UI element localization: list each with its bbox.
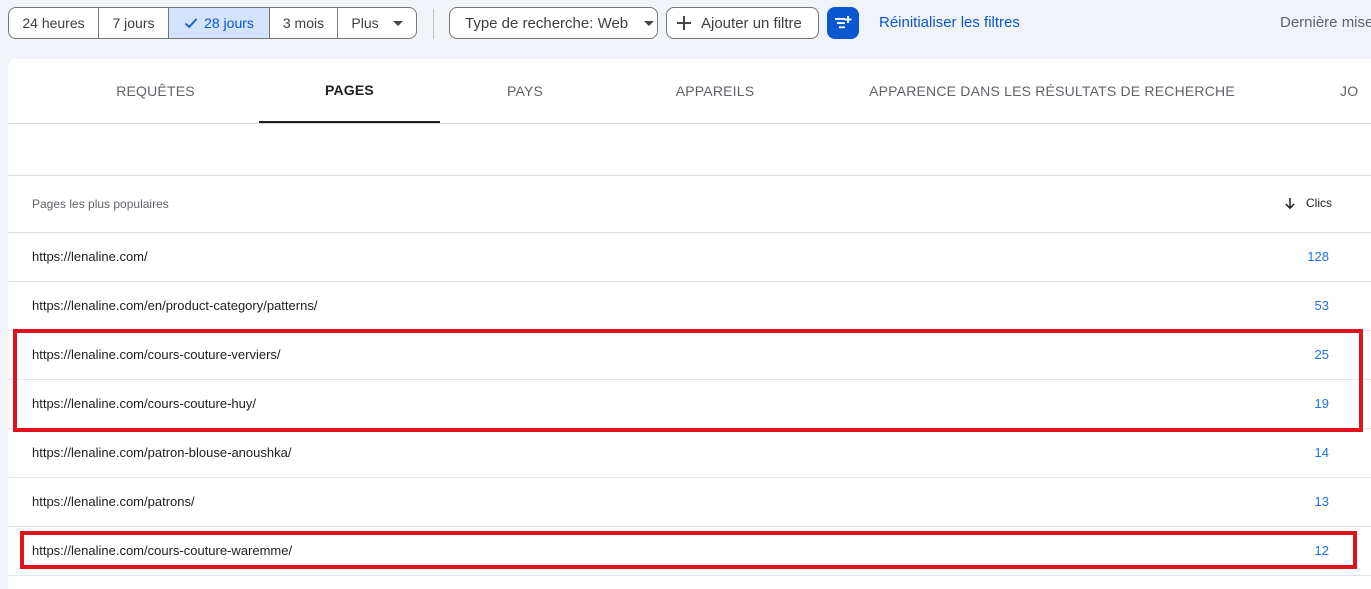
reset-filters-link[interactable]: Réinitialiser les filtres <box>879 14 1020 31</box>
date-range-3m[interactable]: 3 mois <box>270 8 338 38</box>
date-range-label: 3 mois <box>282 15 325 31</box>
tab-apparence-resultats[interactable]: APPARENCE DANS LES RÉSULTATS DE RECHERCH… <box>838 59 1266 123</box>
caret-down-icon <box>644 20 655 26</box>
date-range-28d[interactable]: 28 jours <box>169 8 270 38</box>
date-range-label: 28 jours <box>204 15 254 31</box>
tab-appareils[interactable]: APPAREILS <box>630 59 800 123</box>
date-range-label: Plus <box>351 15 379 31</box>
filter-settings-button[interactable] <box>827 7 859 39</box>
table-row[interactable]: https://lenaline.com/cours-couture-vervi… <box>8 331 1371 380</box>
table-row[interactable]: https://lenaline.com/en/product-category… <box>8 282 1371 331</box>
clics-value: 53 <box>1314 298 1329 313</box>
report-card: REQUÊTES PAGES PAYS APPAREILS APPARENCE … <box>8 59 1371 589</box>
tab-pages[interactable]: PAGES <box>259 59 440 123</box>
arrow-down-icon <box>1285 197 1295 209</box>
clics-value: 14 <box>1314 445 1329 460</box>
page-url: https://lenaline.com/cours-couture-vervi… <box>32 347 281 362</box>
add-filter-label: Ajouter un filtre <box>701 14 802 32</box>
add-filter-button[interactable]: Ajouter un filtre <box>666 7 819 39</box>
search-type-label: Type de recherche: Web <box>465 14 629 32</box>
tab-label: APPARENCE DANS LES RÉSULTATS DE RECHERCH… <box>869 83 1235 99</box>
search-type-dropdown[interactable]: Type de recherche: Web <box>449 7 658 39</box>
clics-value: 13 <box>1314 494 1329 509</box>
clics-value: 19 <box>1314 396 1329 411</box>
check-icon <box>184 18 198 29</box>
date-range-more-dropdown[interactable]: Plus <box>338 8 416 38</box>
page-url: https://lenaline.com/patron-blouse-anous… <box>32 445 292 460</box>
column-header-clics[interactable]: Clics <box>1284 196 1332 210</box>
date-range-label: 7 jours <box>112 15 155 31</box>
clics-value: 25 <box>1314 347 1329 362</box>
page-url: https://lenaline.com/en/product-category… <box>32 298 318 313</box>
page-url: https://lenaline.com/cours-couture-warem… <box>32 543 293 558</box>
date-range-24h[interactable]: 24 heures <box>9 8 99 38</box>
tab-label: PAYS <box>506 83 544 99</box>
table-row[interactable]: https://lenaline.com/ 128 <box>8 233 1371 282</box>
page-url: https://lenaline.com/cours-couture-huy/ <box>32 396 256 411</box>
tab-label: REQUÊTES <box>116 83 195 99</box>
page-url: https://lenaline.com/ <box>32 249 148 264</box>
clics-value: 128 <box>1307 249 1329 264</box>
column-header-label: Clics <box>1306 196 1332 210</box>
clics-value: 12 <box>1314 543 1329 558</box>
caret-down-icon <box>392 20 403 26</box>
table-header: Pages les plus populaires Clics <box>8 176 1371 233</box>
plus-icon <box>677 16 691 30</box>
date-range-label: 24 heures <box>22 15 85 31</box>
table-row[interactable]: https://lenaline.com/patron-blouse-anous… <box>8 429 1371 478</box>
dimension-tabs: REQUÊTES PAGES PAYS APPAREILS APPARENCE … <box>8 59 1371 124</box>
tab-label: JO <box>1340 83 1359 99</box>
tab-jours[interactable]: JO <box>1340 59 1371 123</box>
filter-settings-icon <box>835 16 852 29</box>
date-range-7d[interactable]: 7 jours <box>99 8 169 38</box>
tab-label: APPAREILS <box>675 83 755 99</box>
column-header-pages: Pages les plus populaires <box>32 197 169 211</box>
table-row[interactable]: https://lenaline.com/cours-couture-warem… <box>8 527 1371 576</box>
tab-pays[interactable]: PAYS <box>454 59 596 123</box>
filter-bar: 24 heures 7 jours 28 jours 3 mois Plus T… <box>0 0 1371 46</box>
page-url: https://lenaline.com/patrons/ <box>32 494 195 509</box>
tab-requetes[interactable]: REQUÊTES <box>65 59 246 123</box>
tab-label: PAGES <box>325 82 374 98</box>
date-range-selector: 24 heures 7 jours 28 jours 3 mois Plus <box>8 7 417 39</box>
divider <box>433 9 434 39</box>
table-row[interactable]: https://lenaline.com/patrons/ 13 <box>8 478 1371 527</box>
last-update-text: Dernière mise <box>1280 14 1371 31</box>
table-row[interactable]: https://lenaline.com/cours-couture-huy/ … <box>8 380 1371 429</box>
